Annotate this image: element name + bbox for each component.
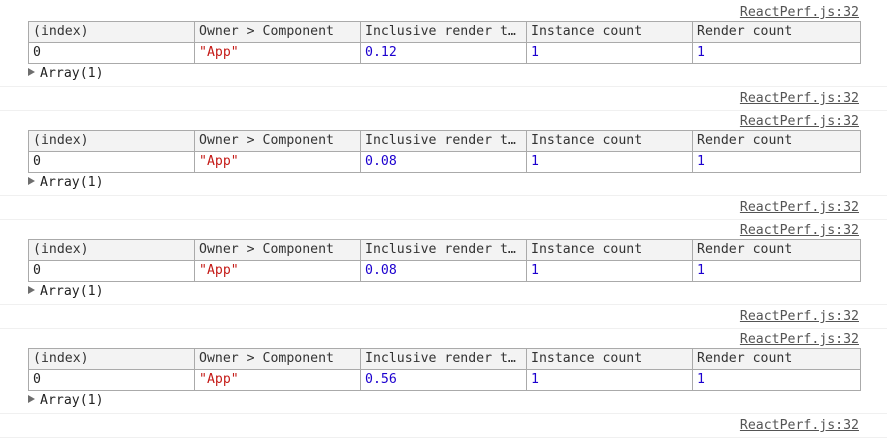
table-header-row: (index) Owner > Component Inclusive rend… [28, 130, 861, 152]
source-link[interactable]: ReactPerf.js:32 [740, 223, 859, 238]
table-row: 0 "App" 0.56 1 1 [28, 369, 861, 391]
column-header-component[interactable]: Owner > Component [194, 130, 361, 152]
cell-index: 0 [28, 151, 195, 173]
console-divider [0, 304, 887, 305]
console-divider [0, 219, 887, 220]
cell-instance-count: 1 [526, 151, 693, 173]
cell-index: 0 [28, 260, 195, 282]
cell-render-count: 1 [692, 42, 861, 64]
source-link[interactable]: ReactPerf.js:32 [740, 5, 859, 20]
table-header-row: (index) Owner > Component Inclusive rend… [28, 348, 861, 370]
cell-render-count: 1 [692, 260, 861, 282]
cell-component: "App" [194, 369, 361, 391]
console-divider [0, 328, 887, 329]
column-header-render-count[interactable]: Render count [692, 239, 861, 261]
column-header-component[interactable]: Owner > Component [194, 21, 361, 43]
cell-component: "App" [194, 151, 361, 173]
array-label: Array(1) [40, 393, 104, 408]
cell-render-time: 0.56 [360, 369, 527, 391]
cell-component: "App" [194, 42, 361, 64]
column-header-instance-count[interactable]: Instance count [526, 239, 693, 261]
cell-instance-count: 1 [526, 369, 693, 391]
cell-instance-count: 1 [526, 260, 693, 282]
column-header-render-time[interactable]: Inclusive render t… [360, 348, 527, 370]
column-header-instance-count[interactable]: Instance count [526, 130, 693, 152]
table-header-row: (index) Owner > Component Inclusive rend… [28, 239, 861, 261]
console-divider [0, 86, 887, 87]
console-table: (index) Owner > Component Inclusive rend… [28, 348, 861, 391]
column-header-component[interactable]: Owner > Component [194, 239, 361, 261]
table-header-row: (index) Owner > Component Inclusive rend… [28, 21, 861, 43]
source-link[interactable]: ReactPerf.js:32 [740, 200, 859, 215]
console-table: (index) Owner > Component Inclusive rend… [28, 239, 861, 282]
column-header-instance-count[interactable]: Instance count [526, 348, 693, 370]
column-header-render-count[interactable]: Render count [692, 130, 861, 152]
column-header-render-time[interactable]: Inclusive render t… [360, 21, 527, 43]
column-header-component[interactable]: Owner > Component [194, 348, 361, 370]
console-divider [0, 195, 887, 196]
expand-triangle-icon [28, 395, 35, 403]
array-toggle[interactable]: Array(1) [28, 393, 104, 408]
column-header-index[interactable]: (index) [28, 130, 195, 152]
source-link[interactable]: ReactPerf.js:32 [740, 91, 859, 106]
array-label: Array(1) [40, 284, 104, 299]
source-link[interactable]: ReactPerf.js:32 [740, 418, 859, 433]
console-divider [0, 413, 887, 414]
table-row: 0 "App" 0.08 1 1 [28, 260, 861, 282]
column-header-index[interactable]: (index) [28, 239, 195, 261]
source-link[interactable]: ReactPerf.js:32 [740, 114, 859, 129]
array-toggle[interactable]: Array(1) [28, 66, 104, 81]
console-divider [0, 110, 887, 111]
table-row: 0 "App" 0.08 1 1 [28, 151, 861, 173]
array-toggle[interactable]: Array(1) [28, 284, 104, 299]
table-row: 0 "App" 0.12 1 1 [28, 42, 861, 64]
expand-triangle-icon [28, 68, 35, 76]
cell-component: "App" [194, 260, 361, 282]
cell-instance-count: 1 [526, 42, 693, 64]
array-label: Array(1) [40, 66, 104, 81]
column-header-instance-count[interactable]: Instance count [526, 21, 693, 43]
column-header-render-count[interactable]: Render count [692, 348, 861, 370]
console-table: (index) Owner > Component Inclusive rend… [28, 130, 861, 173]
array-toggle[interactable]: Array(1) [28, 175, 104, 190]
array-label: Array(1) [40, 175, 104, 190]
expand-triangle-icon [28, 286, 35, 294]
cell-render-count: 1 [692, 151, 861, 173]
console-table: (index) Owner > Component Inclusive rend… [28, 21, 861, 64]
cell-index: 0 [28, 369, 195, 391]
source-link[interactable]: ReactPerf.js:32 [740, 309, 859, 324]
cell-render-time: 0.12 [360, 42, 527, 64]
console-divider [0, 437, 887, 438]
column-header-render-count[interactable]: Render count [692, 21, 861, 43]
source-link[interactable]: ReactPerf.js:32 [740, 332, 859, 347]
column-header-render-time[interactable]: Inclusive render t… [360, 239, 527, 261]
expand-triangle-icon [28, 177, 35, 185]
cell-render-time: 0.08 [360, 151, 527, 173]
column-header-index[interactable]: (index) [28, 21, 195, 43]
column-header-render-time[interactable]: Inclusive render t… [360, 130, 527, 152]
cell-index: 0 [28, 42, 195, 64]
cell-render-time: 0.08 [360, 260, 527, 282]
cell-render-count: 1 [692, 369, 861, 391]
column-header-index[interactable]: (index) [28, 348, 195, 370]
